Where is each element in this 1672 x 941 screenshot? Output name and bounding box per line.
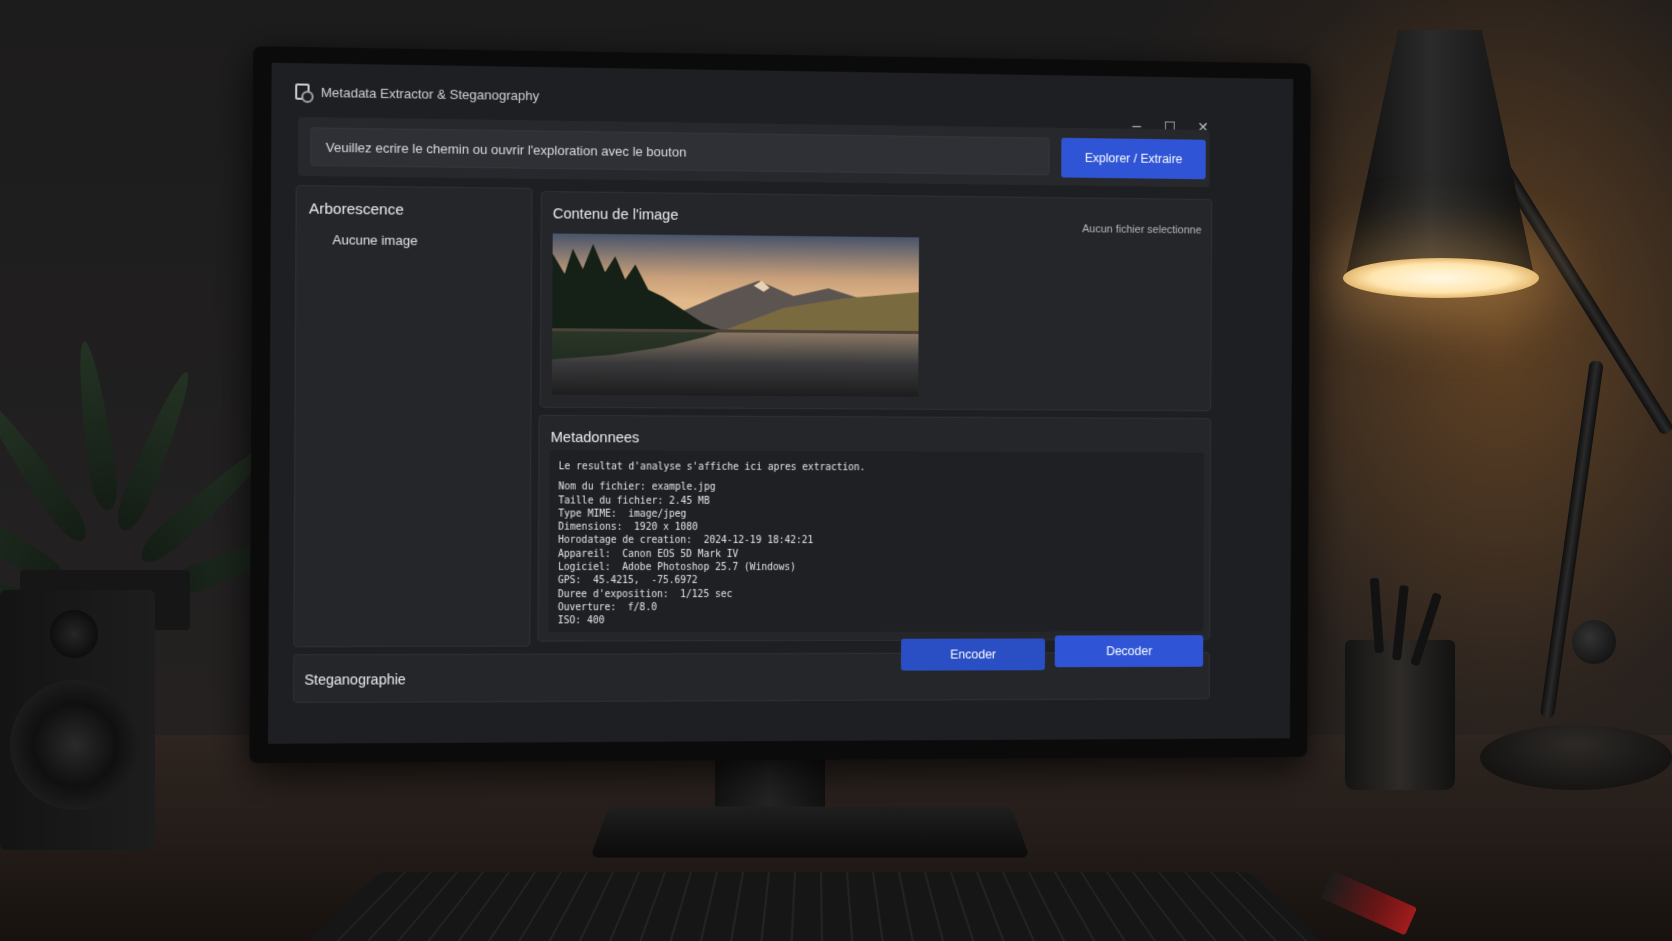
decode-button[interactable]: Decoder [1055,635,1204,667]
metadata-intro: Le resultat d'analyse s'affiche ici apre… [559,460,1196,475]
speaker [0,590,155,850]
pen-cup [1345,640,1455,790]
metadata-title: Metadonnees [551,430,640,446]
metadata-output[interactable]: Le resultat d'analyse s'affiche ici apre… [549,450,1205,632]
metadata-line: Type MIME: image/jpeg [558,507,1195,521]
app-window: Metadata Extractor & Steganography − ☐ ✕… [268,63,1293,744]
tree-panel: Arborescence Aucune image [293,185,532,647]
lamp-bulb-glow [1343,258,1539,298]
metadata-line: Dimensions: 1920 x 1080 [558,521,1195,535]
metadata-line: Duree d'exposition: 1/125 sec [558,587,1195,601]
window-title: Metadata Extractor & Steganography [321,85,539,103]
desk-scene: Metadata Extractor & Steganography − ☐ ✕… [0,0,1672,941]
app-icon [295,83,309,99]
title-bar[interactable]: Metadata Extractor & Steganography [271,63,1293,123]
landscape-image [552,233,919,396]
tree-empty-item[interactable]: Aucune image [332,232,417,248]
lamp-joint [1572,620,1616,664]
file-status: Aucun fichier selectionne [1082,223,1201,236]
metadata-line: Logiciel: Adobe Photoshop 25.7 (Windows) [558,561,1195,574]
monitor-stand-foot [590,807,1030,858]
metadata-line: Taille du fichier: 2.45 MB [558,494,1195,509]
tree-title: Arborescence [309,200,404,218]
lamp-arm-lower [1540,360,1604,718]
lamp-base [1480,725,1672,790]
path-input[interactable] [310,127,1049,175]
encode-button[interactable]: Encoder [901,638,1045,670]
metadata-panel: Metadonnees Le resultat d'analyse s'affi… [537,415,1211,642]
metadata-line: GPS: 45.4215, -75.6972 [558,574,1195,587]
image-preview [552,233,919,396]
keyboard [295,872,1335,941]
metadata-line: Nom du fichier: example.jpg [558,481,1195,496]
lamp-shade [1345,30,1535,280]
steganography-title: Steganographie [304,671,405,688]
metadata-line: ISO: 400 [558,614,1195,628]
metadata-line: Ouverture: f/8.0 [558,601,1195,615]
metadata-line: Horodatage de creation: 2024-12-19 18:42… [558,534,1195,548]
monitor: Metadata Extractor & Steganography − ☐ ✕… [249,46,1310,763]
image-content-panel: Contenu de l'image Aucun fichier selecti… [540,191,1213,411]
path-bar: Explorer / Extraire [298,117,1210,187]
metadata-line: Appareil: Canon EOS 5D Mark IV [558,548,1195,562]
image-panel-title: Contenu de l'image [553,206,679,224]
explore-extract-button[interactable]: Explorer / Extraire [1061,138,1206,179]
